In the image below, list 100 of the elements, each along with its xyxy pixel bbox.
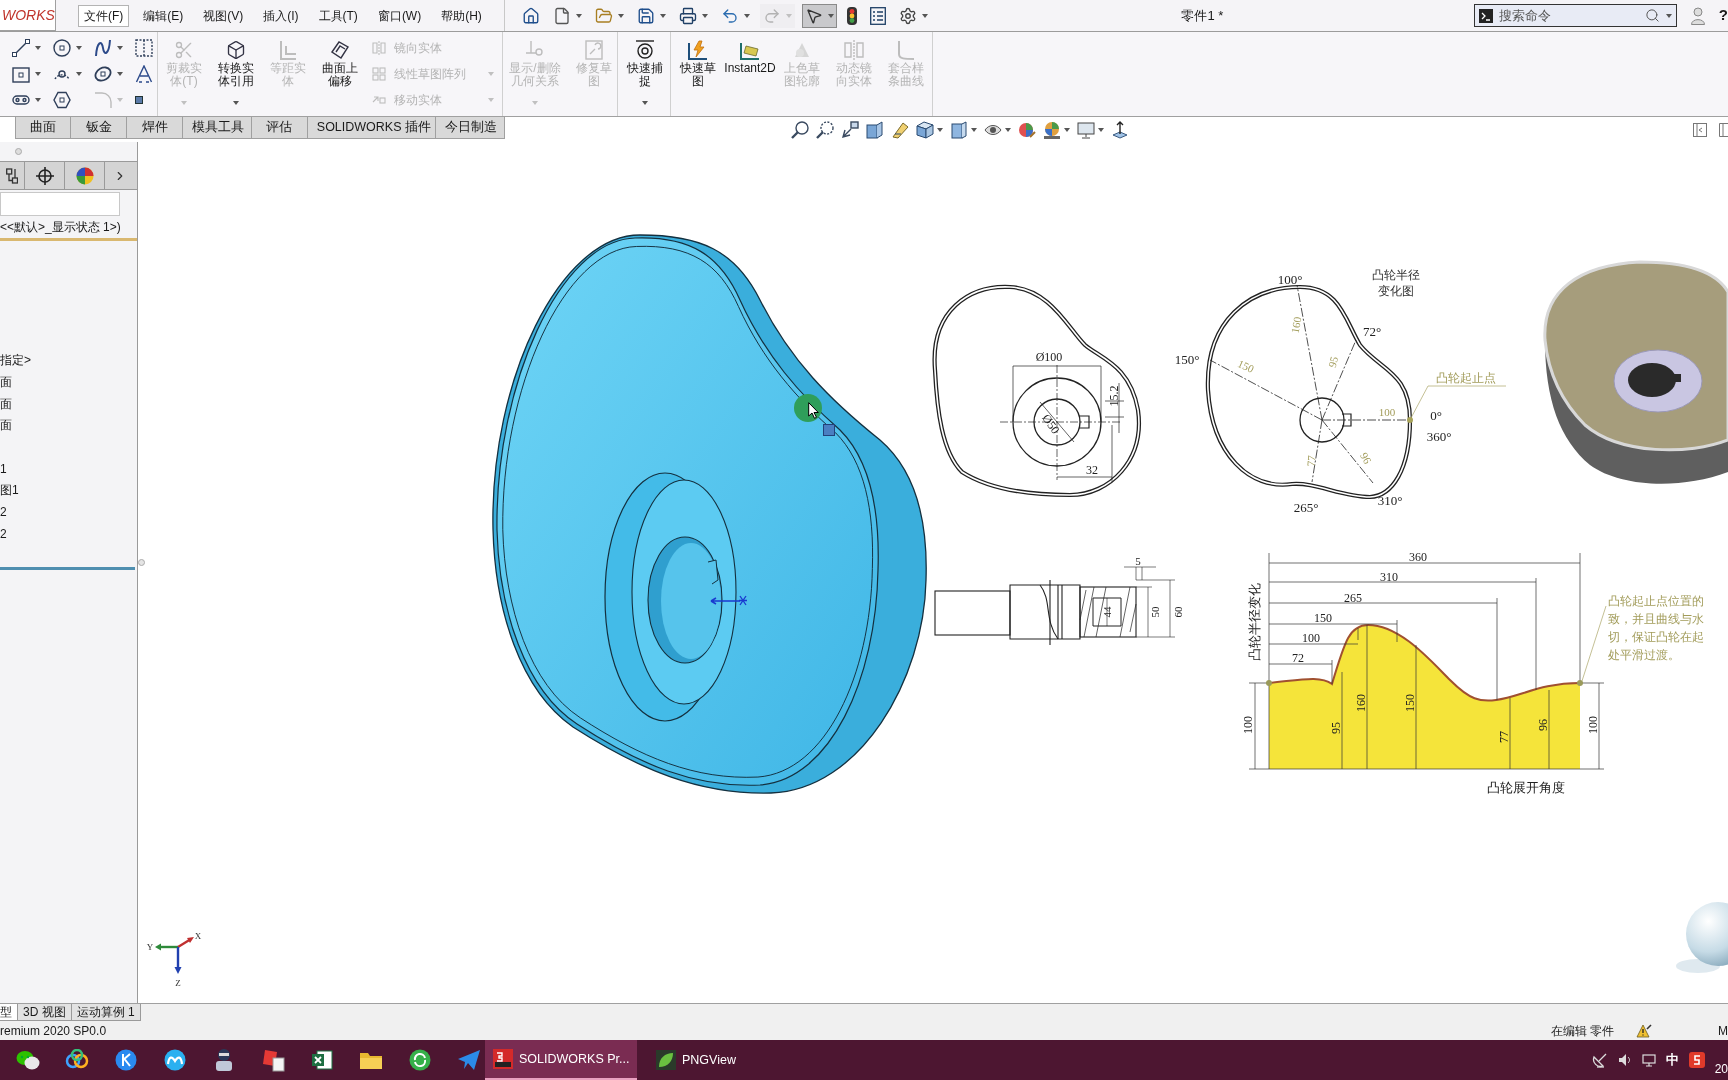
repair-sketch-icon: [585, 40, 603, 60]
sketch-tool-button[interactable]: [135, 39, 153, 57]
search-field[interactable]: 搜索命令: [1498, 5, 1639, 26]
sketch-tool-button[interactable]: [12, 65, 41, 83]
tree-item[interactable]: 2: [0, 503, 7, 522]
tile-icon: [493, 1049, 513, 1069]
model-tab[interactable]: 3D 视图: [18, 1004, 72, 1021]
sketch-tool-button[interactable]: [94, 65, 123, 83]
help-button[interactable]: ?: [1718, 4, 1728, 27]
sketch-tool-button[interactable]: [94, 39, 123, 57]
taskbar-app-button[interactable]: [16, 1049, 40, 1071]
command-tab[interactable]: 今日制造: [436, 117, 505, 139]
caret-icon: [117, 98, 123, 102]
menu-item[interactable]: 视图(V): [197, 4, 250, 27]
caret-icon: [488, 98, 494, 102]
move-icon: [372, 93, 386, 107]
dimension-label: 50: [1149, 606, 1161, 618]
command-button[interactable]: 曲面上偏移: [314, 32, 366, 116]
model-tab[interactable]: 型: [0, 1004, 18, 1021]
ruler-icon: [739, 40, 761, 60]
unit-system[interactable]: M: [1718, 1021, 1728, 1040]
view-tool-button[interactable]: [916, 120, 943, 139]
menu-item[interactable]: 工具(T): [312, 4, 364, 27]
command-button[interactable]: 快速草图: [672, 32, 724, 116]
taskbar-window-button[interactable]: SOLIDWORKS Pr...: [485, 1040, 637, 1080]
menu-item[interactable]: 文件(F): [77, 4, 130, 27]
grip-icon: [15, 148, 22, 155]
panel-toggle-icon: [1719, 122, 1728, 137]
taskbar-app-button[interactable]: [163, 1049, 187, 1071]
menu-item[interactable]: 帮助(H): [435, 4, 488, 27]
warning-icon: [1636, 1023, 1652, 1038]
chat-bubbles-icon: [16, 1049, 40, 1071]
command-tab[interactable]: 曲面: [15, 117, 71, 139]
taskbar-app-button[interactable]: [114, 1049, 138, 1071]
command-tab[interactable]: 焊件: [127, 117, 183, 139]
command-button[interactable]: Instant2D: [724, 32, 776, 116]
keyway-notch: [707, 559, 719, 585]
sketch-tool-button[interactable]: [53, 91, 71, 109]
tree-item[interactable]: 指定>: [0, 351, 31, 370]
taskbar-window-button[interactable]: PNGView: [648, 1040, 800, 1080]
command-button[interactable]: 转换实体引用: [210, 32, 262, 116]
view-tool-button[interactable]: [950, 120, 977, 139]
axis-label: 凸轮展开角度: [1487, 779, 1565, 795]
menu-item[interactable]: 窗口(W): [371, 4, 428, 27]
taskbar-app-button[interactable]: [310, 1049, 334, 1071]
caret-icon: [937, 127, 943, 132]
fit-spline-icon: [897, 40, 915, 60]
filter-field[interactable]: [0, 192, 120, 216]
input-method-indicator[interactable]: 中: [1665, 1050, 1679, 1070]
command-tab[interactable]: 评估: [251, 117, 308, 139]
search-box[interactable]: 搜索命令: [1473, 4, 1677, 27]
view-tool-button[interactable]: [816, 120, 834, 139]
menu-item[interactable]: 编辑(E): [137, 4, 190, 27]
taskbar-app-button[interactable]: [65, 1049, 89, 1071]
toolbar-button[interactable]: [802, 3, 837, 28]
tree-item[interactable]: 1: [0, 459, 7, 478]
tree-item[interactable]: 2: [0, 524, 7, 543]
taskbar-app-button[interactable]: [261, 1048, 285, 1072]
search-icon[interactable]: [1644, 8, 1660, 23]
taskbar-app-button[interactable]: [408, 1049, 432, 1071]
view-tool-button[interactable]: [866, 120, 884, 139]
rings-icon: [65, 1049, 89, 1071]
circle-tool-icon: [53, 39, 71, 57]
view-tool-button[interactable]: [1111, 120, 1129, 139]
command-tab[interactable]: SOLIDWORKS 插件: [307, 117, 437, 139]
sketch-tool-button[interactable]: [53, 39, 82, 57]
caret-icon: [744, 13, 750, 18]
menu-item[interactable]: 插入(I): [257, 4, 305, 27]
command-tab[interactable]: 钣金: [71, 117, 127, 139]
mirror-icon: [372, 41, 386, 55]
taskbar-app-button[interactable]: [359, 1050, 383, 1070]
sketch-tool-button[interactable]: [135, 65, 153, 83]
sketch-tool-button[interactable]: [12, 39, 41, 57]
tree-item[interactable]: 面: [0, 394, 12, 413]
dimension-label: 95: [1329, 722, 1343, 734]
caret-icon: [642, 101, 648, 105]
annotation-icon: [891, 120, 909, 139]
circle-icon: [115, 1049, 137, 1071]
home-icon: [522, 6, 540, 25]
command-tab[interactable]: 模具工具: [183, 117, 252, 139]
dimension-label: 265: [1344, 591, 1362, 605]
caret-icon: [786, 13, 792, 18]
tree-item[interactable]: 面: [0, 416, 12, 435]
dimension-label: 72: [1292, 651, 1304, 665]
caret-icon: [971, 127, 977, 132]
view-tool-button[interactable]: [841, 120, 859, 139]
undo-icon: [721, 6, 739, 25]
start-point-marker: [1407, 417, 1413, 423]
model-tab[interactable]: 运动算例 1: [71, 1004, 141, 1021]
tree-item[interactable]: 面: [0, 373, 12, 392]
magnifier-icon: [791, 120, 809, 139]
view-tool-button[interactable]: [791, 120, 809, 139]
note-text: 致，并且曲线与水: [1608, 613, 1704, 625]
dimension-label: 150: [1403, 694, 1417, 712]
command-button[interactable]: 快速捕捉: [620, 32, 670, 116]
radius-label: 150: [1236, 357, 1256, 375]
box-icon: [950, 120, 968, 139]
tree-item[interactable]: 图1: [0, 481, 19, 500]
app-logo: WORKS: [0, 0, 56, 31]
dimension-label: 100: [1302, 631, 1320, 645]
